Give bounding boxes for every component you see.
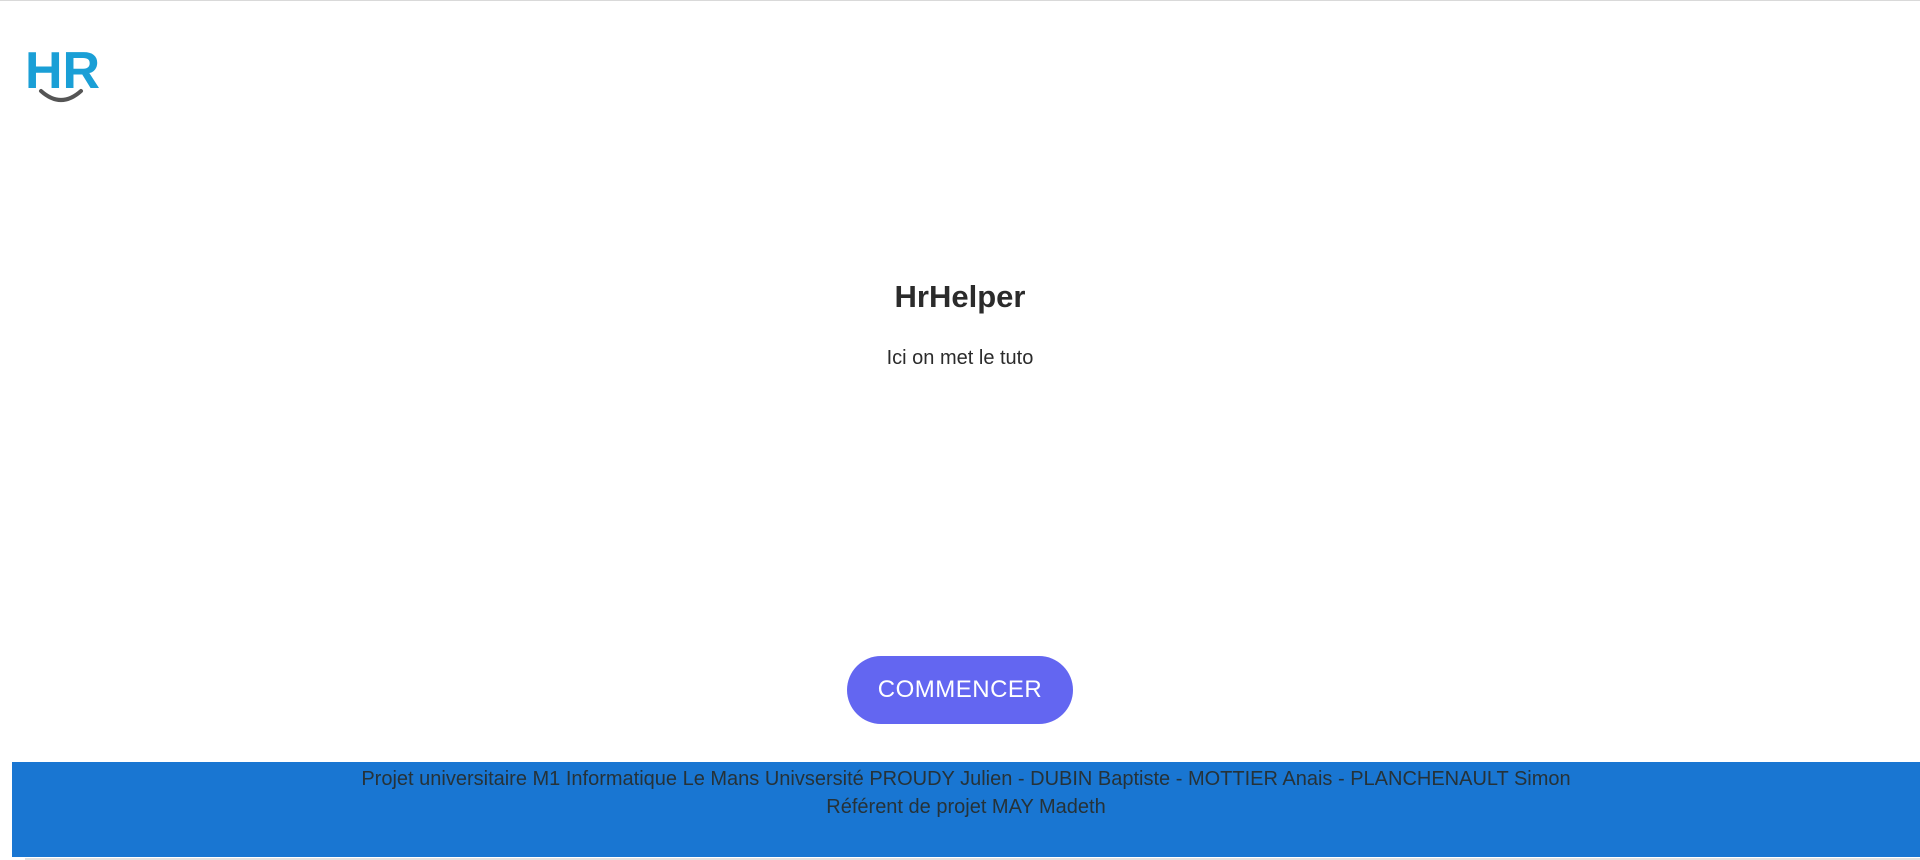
footer-credits: Projet universitaire M1 Informatique Le … <box>361 768 1571 790</box>
footer-referent: Référent de projet MAY Madeth <box>826 796 1106 818</box>
page-title: HrHelper <box>894 279 1026 314</box>
footer: Projet universitaire M1 Informatique Le … <box>12 762 1920 857</box>
page-subtitle: Ici on met le tuto <box>886 347 1034 369</box>
logo-text: HR <box>25 42 100 100</box>
hr-logo-icon: HR <box>25 42 100 102</box>
hr-logo: HR <box>25 41 105 103</box>
start-button[interactable]: COMMENCER <box>847 656 1073 724</box>
page: HR HrHelper Ici on met le tuto COMMENCER… <box>0 0 1920 860</box>
